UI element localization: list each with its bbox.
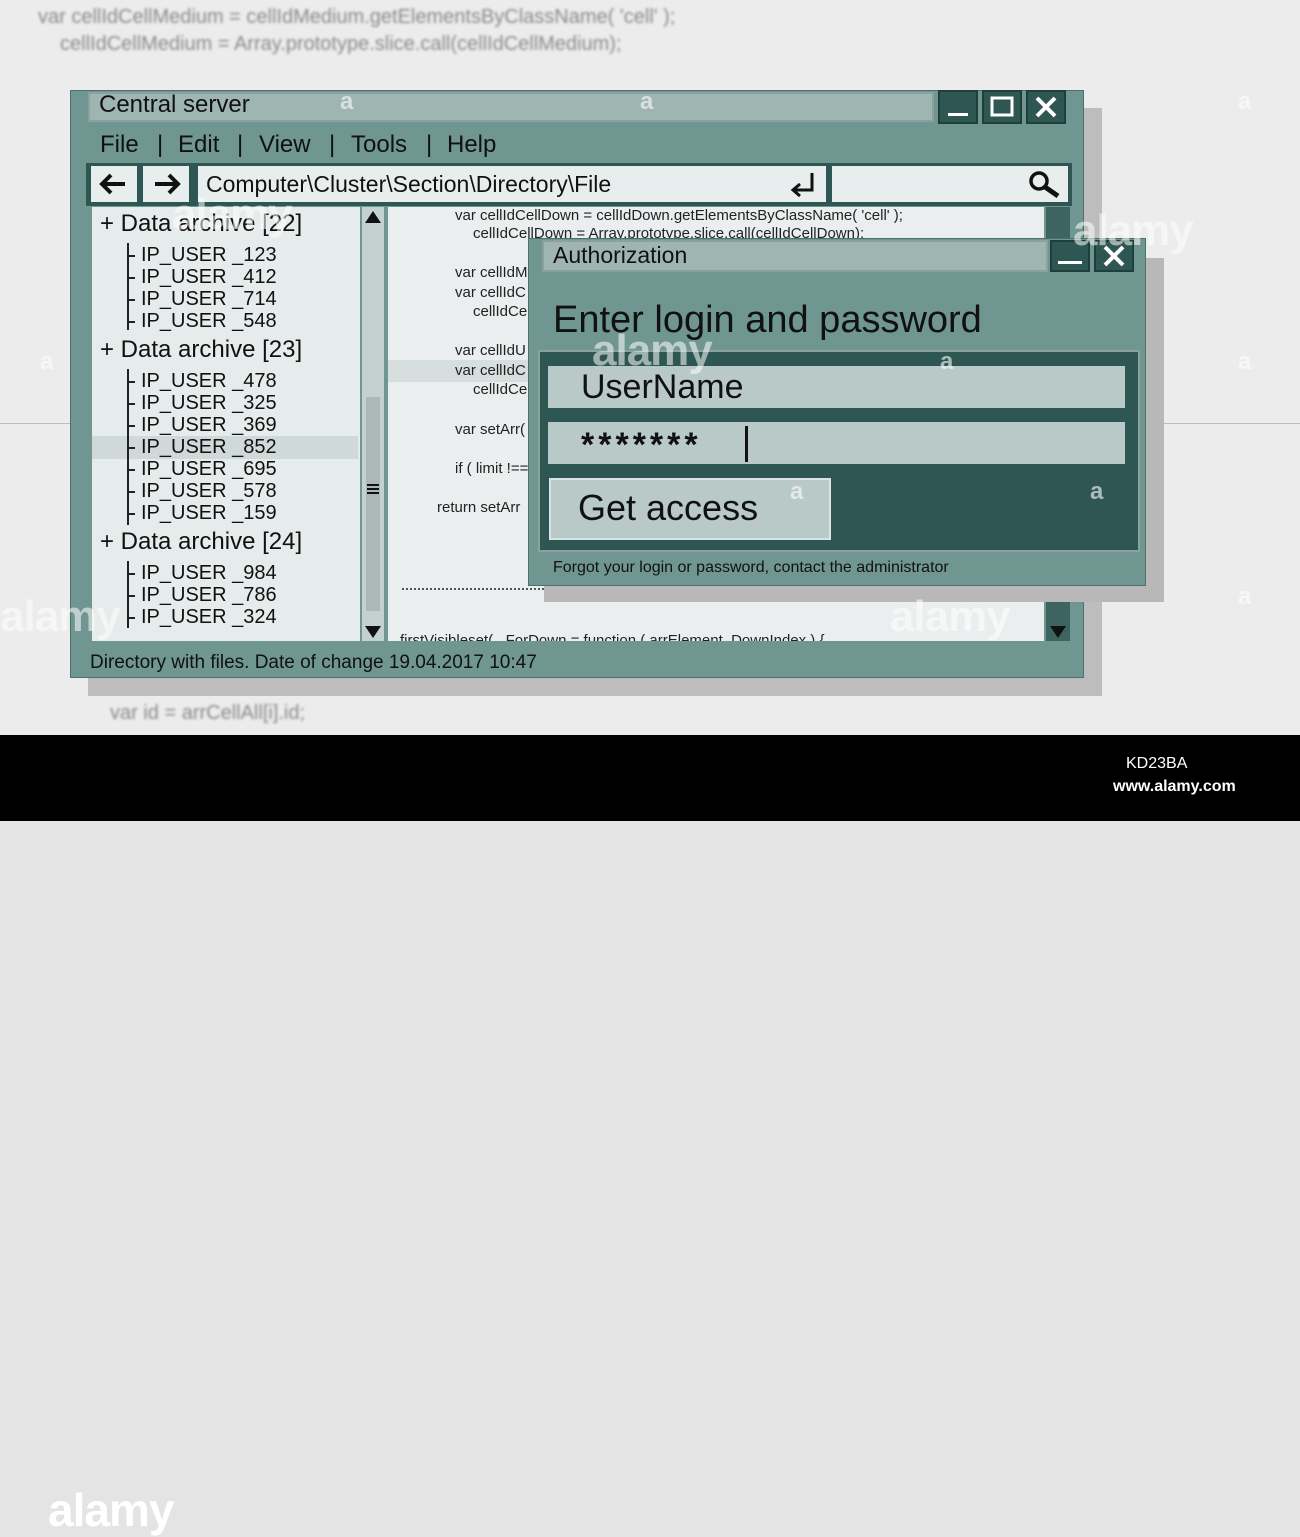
background-code-line: var id = arrCellAll[i].id;	[110, 702, 306, 724]
tree-item[interactable]: IP_USER _714	[141, 287, 277, 311]
enter-return-icon[interactable]	[788, 170, 820, 200]
tree-item[interactable]: IP_USER _478	[141, 369, 277, 393]
watermark-logo: alamy	[0, 592, 121, 641]
status-bar: Directory with files. Date of change 19.…	[90, 652, 537, 673]
get-access-label: Get access	[578, 487, 759, 528]
tree-scrollbar[interactable]	[362, 207, 384, 641]
tree-branch-tick	[127, 491, 135, 493]
menu-separator: |	[237, 131, 244, 158]
tree-item-selected[interactable]: IP_USER _852	[141, 435, 277, 459]
scroll-down-icon[interactable]	[1049, 624, 1067, 640]
watermark-mark: a	[1238, 583, 1252, 610]
tree-archive-23[interactable]: + Data archive [23]	[100, 335, 302, 365]
footer-url: www.alamy.com	[1113, 778, 1236, 795]
close-button[interactable]	[1026, 90, 1066, 124]
watermark-mark: a	[1090, 478, 1104, 505]
tree-item[interactable]: IP_USER _548	[141, 309, 277, 333]
scroll-up-icon[interactable]	[364, 209, 382, 225]
tree-item[interactable]: IP_USER _325	[141, 391, 277, 415]
code-line: var cellIdU	[455, 342, 526, 359]
tree-item[interactable]: IP_USER _159	[141, 501, 277, 525]
tree-branch-tick	[127, 447, 135, 449]
menu-bar	[86, 127, 1071, 161]
tree-branch-tick	[127, 513, 135, 515]
tree-item[interactable]: IP_USER _578	[141, 479, 277, 503]
menu-file[interactable]: File	[100, 130, 139, 160]
tree-branch-tick	[127, 381, 135, 383]
tree-item[interactable]: IP_USER _324	[141, 605, 277, 629]
code-line: var cellIdC	[455, 362, 526, 379]
minimize-button[interactable]	[938, 90, 978, 124]
menu-view[interactable]: View	[259, 130, 311, 160]
code-line: cellIdCe	[473, 303, 528, 320]
text-cursor	[745, 426, 748, 462]
tree-branch-tick	[127, 403, 135, 405]
scroll-grip-icon	[367, 484, 379, 494]
tree-item[interactable]: IP_USER _786	[141, 583, 277, 607]
tree-item[interactable]: IP_USER _984	[141, 561, 277, 585]
maximize-icon	[990, 96, 1014, 117]
background-code-line: cellIdCellMedium = Array.prototype.slice…	[60, 33, 622, 55]
watermark-mark: a	[1238, 88, 1252, 115]
back-button[interactable]	[91, 166, 137, 202]
window-title: Central server	[99, 91, 250, 118]
tree-branch-tick	[127, 617, 135, 619]
tree-scrollbar-thumb[interactable]	[366, 397, 380, 611]
tree-archive-24[interactable]: + Data archive [24]	[100, 527, 302, 557]
tree-item[interactable]: IP_USER _412	[141, 265, 277, 289]
close-icon	[1035, 96, 1057, 118]
background-code-line: var cellIdCellMedium = cellIdMedium.getE…	[38, 6, 676, 28]
tree-branch-tick	[127, 299, 135, 301]
code-line: if ( limit !==	[455, 460, 529, 477]
watermark-logo: alamy	[1073, 206, 1194, 255]
code-line: var setArr(	[455, 421, 526, 438]
watermark-mark: a	[40, 348, 54, 375]
tree-item[interactable]: IP_USER _695	[141, 457, 277, 481]
code-line: return setArr	[437, 499, 521, 516]
menu-edit[interactable]: Edit	[178, 130, 219, 160]
tree-branch-tick	[127, 469, 135, 471]
password-value: *******	[581, 426, 702, 464]
menu-separator: |	[329, 131, 336, 158]
footer-bar: alamy KD23BA www.alamy.com	[0, 735, 1300, 1536]
tree-branch-tick	[127, 277, 135, 279]
footer-image-id: KD23BA	[1126, 755, 1188, 772]
code-line: var cellIdCellDown = cellIdDown.getEleme…	[455, 207, 903, 224]
forgot-credentials-text: Forgot your login or password, contact t…	[553, 559, 949, 576]
code-line: cellIdCe	[473, 381, 528, 398]
minimize-icon	[948, 113, 968, 116]
watermark-mark: a	[940, 348, 954, 375]
watermark-mark: a	[790, 478, 804, 505]
arrow-left-icon	[99, 173, 125, 195]
tree-branch-tick	[127, 255, 135, 257]
code-line: var cellIdM	[455, 264, 528, 281]
watermark-logo: alamy	[890, 592, 1011, 641]
watermark-mark: a	[1238, 348, 1252, 375]
watermark-logo: alamy	[172, 190, 293, 239]
menu-separator: |	[157, 131, 164, 158]
tree-item[interactable]: IP_USER _369	[141, 413, 277, 437]
magnifier-icon[interactable]	[1026, 168, 1064, 200]
menu-tools[interactable]: Tools	[351, 130, 407, 160]
scroll-down-icon[interactable]	[364, 624, 382, 640]
tree-item[interactable]: IP_USER _123	[141, 243, 277, 267]
menu-help[interactable]: Help	[447, 130, 496, 160]
code-line: firstVisibleset(...ForDown = function ( …	[400, 632, 825, 641]
tree-branch-tick	[127, 425, 135, 427]
tree-branch-tick	[127, 595, 135, 597]
watermark-mark: a	[340, 88, 354, 115]
watermark-mark: a	[640, 88, 654, 115]
maximize-button[interactable]	[982, 90, 1022, 124]
menu-separator: |	[426, 131, 433, 158]
tree-branch-tick	[127, 573, 135, 575]
tree-branch-tick	[127, 321, 135, 323]
code-line: var cellIdC	[455, 284, 526, 301]
footer-brand: alamy	[48, 1484, 174, 1536]
watermark-logo: alamy	[592, 326, 713, 375]
dialog-title: Authorization	[553, 242, 688, 268]
